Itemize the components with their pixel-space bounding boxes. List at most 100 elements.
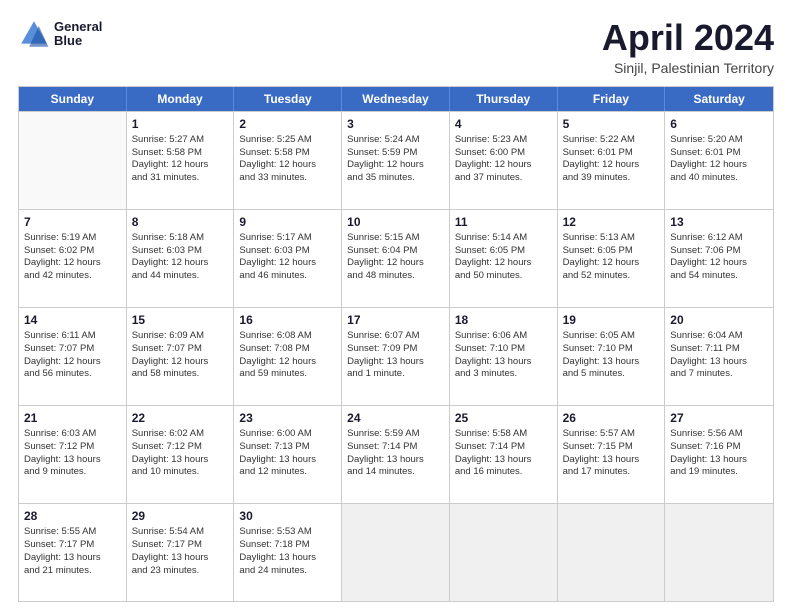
logo-line2: Blue bbox=[54, 34, 102, 48]
title-block: April 2024 Sinjil, Palestinian Territory bbox=[602, 18, 774, 76]
day-info-line: Daylight: 12 hours bbox=[239, 159, 336, 172]
calendar-header-row: SundayMondayTuesdayWednesdayThursdayFrid… bbox=[19, 87, 773, 111]
day-info-line: Daylight: 12 hours bbox=[455, 257, 552, 270]
day-info-line: Sunrise: 6:12 AM bbox=[670, 232, 768, 245]
day-info-line: and 39 minutes. bbox=[563, 172, 660, 185]
day-info-line: and 56 minutes. bbox=[24, 368, 121, 381]
header-day-tuesday: Tuesday bbox=[234, 87, 342, 111]
day-info-line: Sunset: 7:12 PM bbox=[132, 441, 229, 454]
day-info-line: Daylight: 12 hours bbox=[455, 159, 552, 172]
day-number: 27 bbox=[670, 410, 768, 426]
day-info-line: Sunset: 7:14 PM bbox=[347, 441, 444, 454]
day-info-line: Daylight: 13 hours bbox=[455, 454, 552, 467]
day-info-line: and 31 minutes. bbox=[132, 172, 229, 185]
day-info-line: Sunrise: 5:25 AM bbox=[239, 134, 336, 147]
day-info-line: Daylight: 13 hours bbox=[24, 454, 121, 467]
cal-day-11: 11Sunrise: 5:14 AMSunset: 6:05 PMDayligh… bbox=[450, 210, 558, 307]
calendar-subtitle: Sinjil, Palestinian Territory bbox=[602, 60, 774, 76]
day-number: 5 bbox=[563, 116, 660, 132]
day-number: 6 bbox=[670, 116, 768, 132]
cal-day-17: 17Sunrise: 6:07 AMSunset: 7:09 PMDayligh… bbox=[342, 308, 450, 405]
day-info-line: and 17 minutes. bbox=[563, 466, 660, 479]
day-info-line: Sunrise: 5:23 AM bbox=[455, 134, 552, 147]
cal-empty-cell bbox=[450, 504, 558, 601]
calendar-week-3: 14Sunrise: 6:11 AMSunset: 7:07 PMDayligh… bbox=[19, 307, 773, 405]
day-info-line: Sunrise: 5:58 AM bbox=[455, 428, 552, 441]
logo-icon bbox=[18, 18, 50, 50]
day-info-line: Sunset: 7:11 PM bbox=[670, 343, 768, 356]
day-info-line: Daylight: 12 hours bbox=[24, 356, 121, 369]
calendar-title: April 2024 bbox=[602, 18, 774, 58]
day-number: 26 bbox=[563, 410, 660, 426]
day-info-line: Daylight: 12 hours bbox=[670, 159, 768, 172]
day-info-line: Daylight: 12 hours bbox=[132, 257, 229, 270]
day-info-line: Sunrise: 5:56 AM bbox=[670, 428, 768, 441]
cal-empty-cell bbox=[19, 112, 127, 209]
day-number: 18 bbox=[455, 312, 552, 328]
cal-day-10: 10Sunrise: 5:15 AMSunset: 6:04 PMDayligh… bbox=[342, 210, 450, 307]
header-day-sunday: Sunday bbox=[19, 87, 127, 111]
cal-day-3: 3Sunrise: 5:24 AMSunset: 5:59 PMDaylight… bbox=[342, 112, 450, 209]
day-info-line: Sunrise: 6:11 AM bbox=[24, 330, 121, 343]
day-number: 13 bbox=[670, 214, 768, 230]
day-info-line: Sunrise: 5:14 AM bbox=[455, 232, 552, 245]
day-number: 19 bbox=[563, 312, 660, 328]
day-number: 1 bbox=[132, 116, 229, 132]
day-info-line: Daylight: 12 hours bbox=[239, 257, 336, 270]
cal-day-2: 2Sunrise: 5:25 AMSunset: 5:58 PMDaylight… bbox=[234, 112, 342, 209]
day-info-line: and 35 minutes. bbox=[347, 172, 444, 185]
cal-day-19: 19Sunrise: 6:05 AMSunset: 7:10 PMDayligh… bbox=[558, 308, 666, 405]
day-info-line: Daylight: 13 hours bbox=[563, 454, 660, 467]
cal-day-20: 20Sunrise: 6:04 AMSunset: 7:11 PMDayligh… bbox=[665, 308, 773, 405]
calendar-week-4: 21Sunrise: 6:03 AMSunset: 7:12 PMDayligh… bbox=[19, 405, 773, 503]
cal-day-28: 28Sunrise: 5:55 AMSunset: 7:17 PMDayligh… bbox=[19, 504, 127, 601]
day-info-line: Daylight: 12 hours bbox=[563, 257, 660, 270]
day-number: 7 bbox=[24, 214, 121, 230]
day-info-line: and 21 minutes. bbox=[24, 565, 121, 578]
day-info-line: Sunrise: 5:57 AM bbox=[563, 428, 660, 441]
day-info-line: and 23 minutes. bbox=[132, 565, 229, 578]
day-info-line: Sunset: 7:10 PM bbox=[455, 343, 552, 356]
day-info-line: Sunrise: 5:15 AM bbox=[347, 232, 444, 245]
day-info-line: and 33 minutes. bbox=[239, 172, 336, 185]
day-info-line: Daylight: 13 hours bbox=[563, 356, 660, 369]
day-info-line: Sunset: 6:05 PM bbox=[563, 245, 660, 258]
day-info-line: Sunrise: 5:17 AM bbox=[239, 232, 336, 245]
logo-line1: General bbox=[54, 20, 102, 34]
day-info-line: Daylight: 13 hours bbox=[239, 454, 336, 467]
day-info-line: Sunrise: 5:27 AM bbox=[132, 134, 229, 147]
day-info-line: and 19 minutes. bbox=[670, 466, 768, 479]
day-info-line: and 14 minutes. bbox=[347, 466, 444, 479]
cal-day-6: 6Sunrise: 5:20 AMSunset: 6:01 PMDaylight… bbox=[665, 112, 773, 209]
day-info-line: Sunrise: 5:24 AM bbox=[347, 134, 444, 147]
day-info-line: Daylight: 12 hours bbox=[670, 257, 768, 270]
day-info-line: and 37 minutes. bbox=[455, 172, 552, 185]
day-info-line: Daylight: 13 hours bbox=[132, 552, 229, 565]
calendar-week-1: 1Sunrise: 5:27 AMSunset: 5:58 PMDaylight… bbox=[19, 111, 773, 209]
day-info-line: and 10 minutes. bbox=[132, 466, 229, 479]
day-number: 20 bbox=[670, 312, 768, 328]
day-info-line: Sunset: 6:03 PM bbox=[239, 245, 336, 258]
day-number: 11 bbox=[455, 214, 552, 230]
day-info-line: Sunset: 7:16 PM bbox=[670, 441, 768, 454]
header-day-thursday: Thursday bbox=[450, 87, 558, 111]
day-info-line: Sunset: 6:00 PM bbox=[455, 147, 552, 160]
cal-day-1: 1Sunrise: 5:27 AMSunset: 5:58 PMDaylight… bbox=[127, 112, 235, 209]
cal-empty-cell bbox=[665, 504, 773, 601]
day-info-line: Daylight: 12 hours bbox=[347, 257, 444, 270]
day-info-line: and 9 minutes. bbox=[24, 466, 121, 479]
day-info-line: Sunset: 7:18 PM bbox=[239, 539, 336, 552]
day-number: 3 bbox=[347, 116, 444, 132]
day-number: 21 bbox=[24, 410, 121, 426]
day-number: 23 bbox=[239, 410, 336, 426]
day-info-line: Sunset: 7:07 PM bbox=[132, 343, 229, 356]
day-info-line: Daylight: 12 hours bbox=[24, 257, 121, 270]
day-info-line: Sunrise: 5:59 AM bbox=[347, 428, 444, 441]
day-info-line: Sunrise: 6:04 AM bbox=[670, 330, 768, 343]
day-info-line: Sunrise: 6:02 AM bbox=[132, 428, 229, 441]
day-info-line: Sunrise: 5:55 AM bbox=[24, 526, 121, 539]
day-info-line: Sunrise: 6:00 AM bbox=[239, 428, 336, 441]
cal-day-25: 25Sunrise: 5:58 AMSunset: 7:14 PMDayligh… bbox=[450, 406, 558, 503]
day-number: 25 bbox=[455, 410, 552, 426]
day-info-line: Sunset: 6:04 PM bbox=[347, 245, 444, 258]
